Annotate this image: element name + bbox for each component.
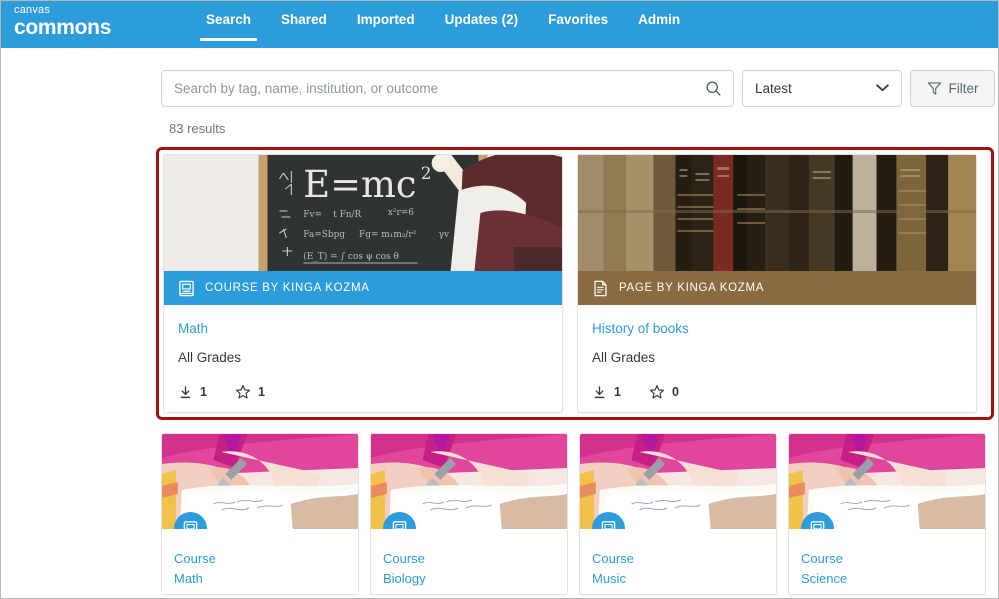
card-body: Course Math	[162, 529, 358, 594]
nav-item-updates[interactable]: Updates (2)	[430, 12, 534, 41]
app-window: canvas commons Search Shared Imported Up…	[0, 0, 999, 599]
download-icon	[594, 385, 605, 398]
card-thumbnail-writing	[371, 434, 567, 529]
highlighted-results-region: E=mc 2 Fv= t Fn/R x²r=6 Fa=Sbpg Fg= m₁m₂/r²…	[156, 147, 994, 420]
app-logo[interactable]: canvas commons	[1, 1, 191, 48]
search-toolbar: Latest Filter	[1, 48, 998, 107]
svg-text:x²r=6: x²r=6	[388, 208, 414, 218]
star-icon	[235, 385, 251, 399]
results-grid: Course Math Course Biology Course Music …	[161, 433, 998, 595]
resource-card-math-course[interactable]: E=mc 2 Fv= t Fn/R x²r=6 Fa=Sbpg Fg= m₁m₂/r²…	[163, 154, 563, 413]
nav-item-shared[interactable]: Shared	[266, 12, 342, 41]
card-body: Course Science	[789, 529, 985, 594]
card-thumbnail-writing	[162, 434, 358, 529]
resource-card-science[interactable]: Course Science	[788, 433, 986, 595]
card-grade-level: All Grades	[592, 350, 656, 365]
book-icon	[183, 521, 198, 529]
svg-text:γv: γv	[439, 230, 450, 240]
card-favorite-stat: 0	[649, 384, 679, 400]
page-content: Latest Filter 83 results	[1, 48, 998, 595]
app-header: canvas commons Search Shared Imported Up…	[1, 1, 998, 48]
svg-text:(E_T) = ∫ cos ψ cos θ: (E_T) = ∫ cos ψ cos θ	[303, 251, 399, 262]
search-input[interactable]	[162, 71, 733, 106]
card-thumbnail-books	[578, 155, 976, 271]
star-icon	[649, 385, 665, 399]
sort-select[interactable]: Latest	[742, 70, 902, 107]
search-box[interactable]	[161, 70, 734, 107]
results-count: 83 results	[169, 121, 226, 136]
card-type-label[interactable]: Course	[801, 551, 973, 566]
book-icon	[392, 521, 407, 529]
card-banner-label: COURSE BY KINGA KOZMA	[205, 282, 370, 294]
logo-text-commons: commons	[14, 16, 112, 39]
card-type-label[interactable]: Course	[383, 551, 555, 566]
book-icon	[179, 280, 194, 296]
nav-item-favorites[interactable]: Favorites	[533, 12, 623, 41]
nav-item-admin[interactable]: Admin	[623, 12, 695, 41]
filter-button[interactable]: Filter	[910, 70, 995, 107]
card-type-label[interactable]: Course	[174, 551, 346, 566]
card-favorite-count: 0	[671, 385, 679, 399]
svg-text:Fv=: Fv=	[303, 210, 322, 220]
card-thumbnail-writing	[580, 434, 776, 529]
svg-text:Fa=Sbpg: Fa=Sbpg	[303, 230, 345, 240]
card-title-link[interactable]: History of books	[592, 321, 962, 336]
sort-select-value: Latest	[755, 81, 792, 96]
filter-button-label: Filter	[948, 81, 979, 96]
resource-card-history-of-books-page[interactable]: PAGE BY KINGA KOZMA History of books All…	[577, 154, 977, 413]
card-favorite-count: 1	[257, 385, 265, 399]
card-stats: 1 0	[592, 384, 962, 400]
resource-card-biology[interactable]: Course Biology	[370, 433, 568, 595]
svg-text:Fg= m₁m₂/r²: Fg= m₁m₂/r²	[359, 230, 417, 240]
book-icon	[810, 521, 825, 529]
card-stats: 1 1	[178, 384, 548, 400]
resource-card-music[interactable]: Course Music	[579, 433, 777, 595]
card-grade-level: All Grades	[178, 350, 242, 365]
card-title-link[interactable]: Math	[174, 571, 346, 586]
card-body: History of books All Grades 1 0	[578, 305, 976, 412]
card-banner-label: PAGE BY KINGA KOZMA	[619, 282, 765, 294]
card-banner-page: PAGE BY KINGA KOZMA	[578, 271, 976, 305]
card-download-stat: 1	[178, 385, 207, 400]
card-thumbnail-writing	[789, 434, 985, 529]
card-thumbnail-chalkboard: E=mc 2 Fv= t Fn/R x²r=6 Fa=Sbpg Fg= m₁m₂/r²…	[164, 155, 562, 271]
chevron-down-icon[interactable]	[876, 84, 889, 92]
card-body: Course Music	[580, 529, 776, 594]
page-icon	[594, 280, 607, 296]
card-title-link[interactable]: Music	[592, 571, 764, 586]
download-icon	[180, 385, 191, 398]
funnel-icon	[927, 82, 941, 95]
card-banner-course: COURSE BY KINGA KOZMA	[164, 271, 562, 305]
card-body: Math All Grades 1 1	[164, 305, 562, 412]
card-download-count: 1	[200, 385, 207, 399]
book-icon	[601, 521, 616, 529]
card-download-count: 1	[614, 385, 621, 399]
card-title-link[interactable]: Math	[178, 321, 548, 336]
svg-text:E=mc: E=mc	[303, 163, 416, 206]
card-title-link[interactable]: Science	[801, 571, 973, 586]
nav-item-imported[interactable]: Imported	[342, 12, 430, 41]
card-title-link[interactable]: Biology	[383, 571, 555, 586]
card-body: Course Biology	[371, 529, 567, 594]
svg-text:2: 2	[421, 163, 432, 183]
card-type-label[interactable]: Course	[592, 551, 764, 566]
resource-card-math[interactable]: Course Math	[161, 433, 359, 595]
svg-text:t Fn/R: t Fn/R	[333, 210, 361, 220]
main-navigation: Search Shared Imported Updates (2) Favor…	[191, 1, 695, 48]
logo-text-canvas: canvas	[14, 4, 51, 16]
card-favorite-stat: 1	[235, 384, 265, 400]
nav-item-search[interactable]: Search	[191, 12, 266, 41]
card-download-stat: 1	[592, 385, 621, 400]
